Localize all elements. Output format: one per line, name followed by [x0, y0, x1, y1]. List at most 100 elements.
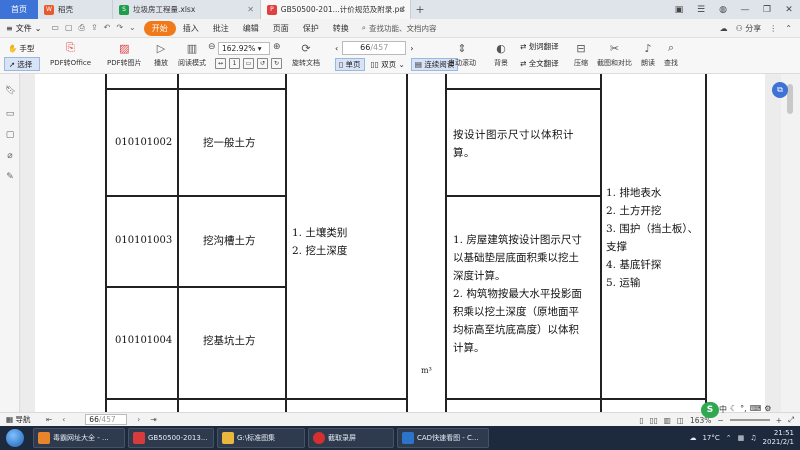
- list-icon[interactable]: ☰: [690, 5, 712, 15]
- rotate-left-icon[interactable]: ↺: [257, 58, 268, 69]
- keyboard-icon[interactable]: ⌨: [750, 404, 762, 415]
- menu-protect[interactable]: 保护: [296, 21, 326, 36]
- settings-icon[interactable]: ⚙: [764, 404, 771, 415]
- pdf-to-office-button[interactable]: ⎘ PDF转Office: [50, 40, 91, 68]
- avatar[interactable]: ◍: [712, 5, 734, 15]
- prev-page-icon[interactable]: ‹: [335, 44, 338, 53]
- redo-icon[interactable]: ↷: [116, 23, 123, 33]
- menu-edit[interactable]: 编辑: [236, 21, 266, 36]
- auto-scroll-button[interactable]: ⇕ 自动滚动: [448, 40, 476, 68]
- play-button[interactable]: ▷ 播放: [153, 40, 169, 68]
- chevron-down-icon[interactable]: ⌄: [129, 23, 136, 33]
- menu-start[interactable]: 开始: [143, 20, 176, 36]
- prev-page-icon[interactable]: ‹: [62, 415, 65, 424]
- cloud-sync-icon[interactable]: ☁: [720, 24, 728, 33]
- bookmark-icon[interactable]: 🔖︎: [5, 86, 16, 96]
- taskbar-item[interactable]: 截取录屏: [308, 428, 394, 448]
- folder-icon[interactable]: ▭: [51, 23, 59, 33]
- page-number-input[interactable]: 66/457: [342, 41, 407, 55]
- ime-chinese-icon[interactable]: 中: [719, 404, 727, 415]
- zoom-out-icon[interactable]: ⊖: [208, 42, 216, 52]
- wps-logo-icon[interactable]: S: [701, 402, 719, 418]
- taskbar-item[interactable]: G:\标准图集: [217, 428, 305, 448]
- layout-icon[interactable]: ▣: [668, 5, 690, 15]
- close-icon[interactable]: ✕: [399, 5, 406, 14]
- side-panel-icon[interactable]: ⧉: [772, 82, 788, 98]
- tab-pdf[interactable]: P GB50500-201...计价规范及附录.pdf ✕: [261, 0, 411, 19]
- export-icon[interactable]: ⇪: [91, 23, 98, 33]
- feature-search[interactable]: ⌕ 查找功能、文档内容: [362, 23, 437, 34]
- volume-icon[interactable]: ♫: [750, 434, 756, 442]
- menu-insert[interactable]: 插入: [176, 21, 206, 36]
- taskbar-item[interactable]: CAD快速看图 - C...: [397, 428, 489, 448]
- document-viewport[interactable]: 010101002 010101003 010101004 挖一般土方 挖沟槽土…: [21, 74, 781, 412]
- signature-icon[interactable]: ✎: [5, 172, 15, 182]
- vertical-scrollbar[interactable]: [781, 74, 800, 412]
- zoom-select[interactable]: 162.92% ▾: [218, 42, 270, 55]
- double-page-button[interactable]: ▯▯ 双页 ⌄: [371, 59, 405, 70]
- collapse-icon[interactable]: ⌃: [785, 24, 792, 33]
- save-icon[interactable]: ▢: [65, 23, 73, 33]
- thumbnail-icon[interactable]: ▭: [5, 109, 15, 119]
- fullscreen-icon[interactable]: ⤢: [788, 415, 794, 425]
- book-view-icon[interactable]: ▥: [664, 416, 671, 425]
- navigation-toggle[interactable]: ▦ 导航: [0, 414, 46, 425]
- new-tab-button[interactable]: +: [411, 0, 429, 19]
- close-window-icon[interactable]: ✕: [778, 5, 800, 15]
- taskbar-item[interactable]: GB50500-2013...: [128, 428, 214, 448]
- screenshot-compare-button[interactable]: ✂ 截图和对比: [597, 40, 632, 68]
- zoom-in-icon[interactable]: ⊕: [273, 42, 281, 52]
- next-page-icon[interactable]: ›: [137, 415, 140, 424]
- share-button[interactable]: ⚇ 分享: [736, 23, 762, 34]
- zoom-out-icon[interactable]: −: [717, 416, 723, 425]
- clock[interactable]: 21:51 2021/2/1: [763, 429, 794, 447]
- actual-size-icon[interactable]: 1: [229, 58, 240, 69]
- double-view-icon[interactable]: ▯▯: [650, 416, 658, 425]
- menu-comment[interactable]: 批注: [206, 21, 236, 36]
- single-page-button[interactable]: ▯ 单页: [335, 58, 365, 71]
- read-mode-button[interactable]: ▥ 阅读模式: [178, 40, 206, 68]
- zoom-slider[interactable]: [729, 419, 770, 421]
- next-page-icon[interactable]: ›: [410, 44, 413, 53]
- moon-icon[interactable]: ☾: [730, 404, 737, 415]
- zoom-in-icon[interactable]: +: [776, 416, 782, 425]
- undo-icon[interactable]: ↶: [104, 23, 111, 33]
- minimize-icon[interactable]: —: [734, 5, 756, 15]
- weather-icon[interactable]: ☁: [689, 434, 696, 442]
- taskbar-item[interactable]: 毒霸网址大全 - ...: [33, 428, 125, 448]
- find-button[interactable]: ⌕ 查找: [663, 40, 679, 68]
- menu-convert[interactable]: 转换: [326, 21, 356, 36]
- maximize-icon[interactable]: ❐: [756, 5, 778, 15]
- start-button[interactable]: [0, 426, 30, 450]
- rotate-right-icon[interactable]: ↻: [271, 58, 282, 69]
- last-page-icon[interactable]: ⇥: [150, 415, 156, 424]
- read-view-icon[interactable]: ◫: [677, 416, 684, 425]
- more-icon[interactable]: ⋮: [769, 24, 777, 33]
- first-page-icon[interactable]: ⇤: [46, 415, 52, 424]
- read-aloud-button[interactable]: ♪ 朗读: [640, 40, 656, 68]
- hand-tool-button[interactable]: ✋ 手型: [4, 41, 40, 55]
- comment-icon[interactable]: ▢: [5, 130, 15, 140]
- tab-docer[interactable]: W 稻壳: [38, 0, 113, 19]
- tab-home[interactable]: 首页: [0, 0, 38, 19]
- attachment-icon[interactable]: ⌀: [5, 151, 15, 161]
- single-view-icon[interactable]: ▯: [639, 416, 643, 425]
- fit-width-icon[interactable]: ↔: [215, 58, 226, 69]
- tray-expand-icon[interactable]: ⌃: [726, 434, 732, 442]
- fit-page-icon[interactable]: ▭: [243, 58, 254, 69]
- print-icon[interactable]: ⎙: [79, 23, 85, 33]
- punctuation-icon[interactable]: °,: [740, 404, 747, 415]
- menu-page[interactable]: 页面: [266, 21, 296, 36]
- network-icon[interactable]: ▦: [738, 434, 745, 442]
- rotate-document-button[interactable]: ⟳ 旋转文档: [292, 40, 320, 68]
- pdf-to-image-button[interactable]: ▨ PDF转图片: [107, 40, 142, 68]
- weather-temp[interactable]: 17°C: [702, 434, 719, 442]
- close-icon[interactable]: ✕: [247, 5, 254, 14]
- status-page-input[interactable]: 66/457: [85, 414, 128, 425]
- full-translate-button[interactable]: ⇄ 全文翻译: [520, 58, 559, 69]
- translate-word-button[interactable]: ⇄ 划词翻译: [520, 41, 559, 52]
- tab-xlsx[interactable]: S 垃圾房工程量.xlsx ✕: [113, 0, 261, 19]
- file-menu[interactable]: ≡ 文件 ⌄: [0, 23, 47, 34]
- background-button[interactable]: ◐ 背景: [493, 40, 509, 68]
- select-tool-button[interactable]: ➚ 选择: [4, 57, 40, 71]
